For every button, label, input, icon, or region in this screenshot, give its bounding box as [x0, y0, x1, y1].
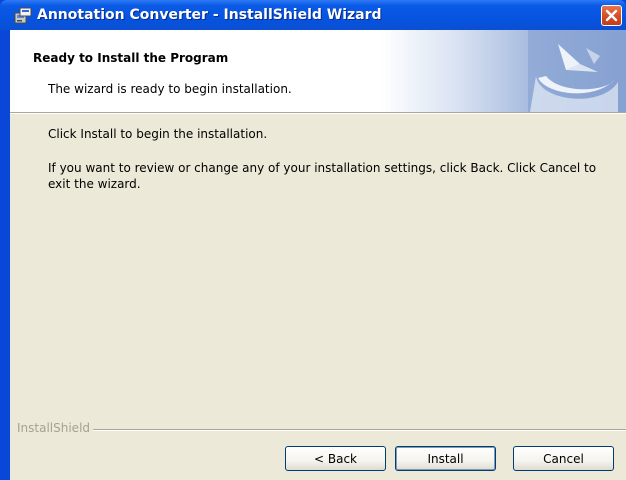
cancel-button[interactable]: Cancel [513, 446, 614, 471]
installer-icon [14, 6, 32, 24]
page-subtitle: The wizard is ready to begin installatio… [48, 82, 292, 96]
page-title: Ready to Install the Program [33, 51, 229, 65]
instruction-detail-text: If you want to review or change any of y… [48, 161, 597, 191]
installshield-wizard-window: Annotation Converter - InstallShield Wiz… [0, 0, 626, 480]
back-button[interactable]: < Back [285, 446, 386, 471]
close-icon [605, 9, 618, 22]
installshield-logo [380, 30, 626, 112]
window-title: Annotation Converter - InstallShield Wiz… [37, 7, 382, 23]
install-button[interactable]: Install [395, 446, 496, 471]
wizard-banner: Ready to Install the Program The wizard … [10, 30, 626, 112]
title-bar[interactable]: Annotation Converter - InstallShield Wiz… [0, 0, 626, 30]
footer-divider [17, 429, 626, 431]
banner-divider [10, 112, 626, 114]
wizard-client-area: Ready to Install the Program The wizard … [10, 30, 626, 480]
close-button[interactable] [601, 5, 622, 26]
instruction-text: Click Install to begin the installation. [48, 127, 268, 141]
installshield-brand-label: InstallShield [17, 421, 94, 435]
